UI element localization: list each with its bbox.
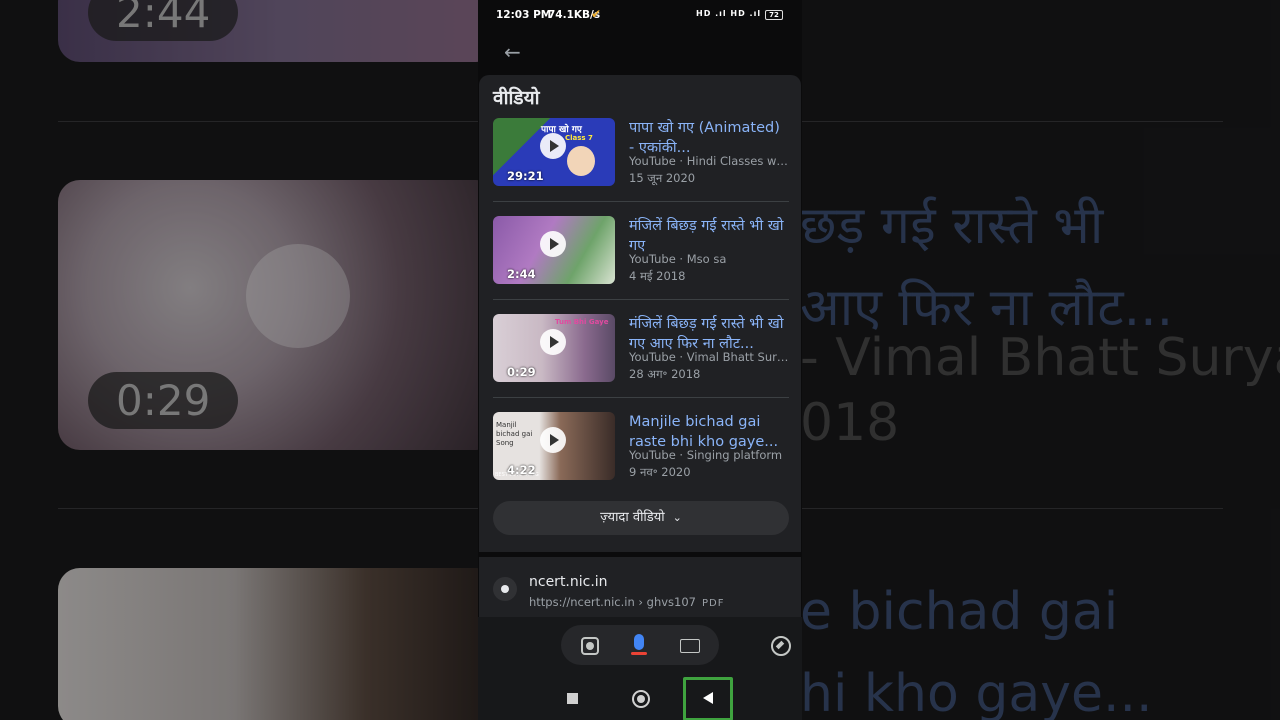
home-icon[interactable] (632, 690, 650, 708)
video-source: YouTube · Vimal Bhatt Surya (629, 350, 789, 364)
videos-card: वीडियो पापा खो गए Class 7 29:21 पापा खो … (479, 75, 801, 552)
divider (493, 201, 789, 202)
result-url: https://ncert.nic.in › ghvs107 PDF (529, 595, 724, 609)
video-duration: 4:22 (507, 463, 536, 477)
status-time: 12:03 PM (496, 9, 552, 21)
chevron-down-icon: ⌄ (672, 511, 682, 524)
back-button-highlight[interactable] (683, 677, 733, 720)
video-title[interactable]: मंजिलें बिछड़ गई रास्ते भी खो गए आए फिर … (629, 314, 789, 354)
video-result[interactable]: पापा खो गए Class 7 29:21 पापा खो गए (Ani… (493, 118, 789, 188)
back-triangle-icon (703, 692, 713, 704)
lens-icon[interactable] (581, 637, 599, 655)
video-duration: 29:21 (507, 169, 544, 183)
result-url-text: https://ncert.nic.in › ghvs107 (529, 595, 696, 609)
play-icon (540, 427, 566, 453)
video-result[interactable]: Manjil bichad gai Song BEST LOVE SONG 4:… (493, 412, 789, 482)
video-thumbnail[interactable]: Manjil bichad gai Song BEST LOVE SONG 4:… (493, 412, 615, 480)
check-icon: ✔ (591, 7, 602, 21)
video-thumbnail[interactable]: 2:44 (493, 216, 615, 284)
cartoon-face (567, 146, 595, 176)
back-arrow-icon[interactable]: ← (504, 40, 521, 64)
video-title[interactable]: Manjile bichad gai raste bhi kho gaye... (629, 412, 789, 452)
video-title[interactable]: मंजिलें बिछड़ गई रास्ते भी खो गए (629, 216, 789, 256)
play-icon (540, 329, 566, 355)
divider (493, 299, 789, 300)
status-bar: 12:03 PM 74.1KB/s ✔ HD .ıl HD .ıl 72 (478, 0, 802, 30)
play-icon (540, 231, 566, 257)
signal-icon: HD .ıl HD .ıl (696, 9, 762, 18)
video-result[interactable]: Tum Bhi Gaye 0:29 मंजिलें बिछड़ गई रास्त… (493, 314, 789, 384)
web-result[interactable]: ncert.nic.in https://ncert.nic.in › ghvs… (479, 557, 801, 617)
phone-screen: 12:03 PM 74.1KB/s ✔ HD .ıl HD .ıl 72 ← व… (478, 0, 802, 720)
more-videos-button[interactable]: ज़्यादा वीडियो ⌄ (493, 501, 789, 535)
video-source: YouTube · Mso sa (629, 252, 727, 266)
more-videos-label: ज़्यादा वीडियो (600, 510, 665, 525)
recents-icon[interactable] (567, 693, 578, 704)
keyboard-icon[interactable] (680, 639, 700, 653)
video-title[interactable]: पापा खो गए (Animated) - एकांकी... (629, 118, 789, 158)
video-date: 28 अग॰ 2018 (629, 367, 701, 381)
result-domain[interactable]: ncert.nic.in (529, 574, 608, 590)
system-nav-bar (478, 672, 802, 720)
discover-compass-icon[interactable] (771, 636, 791, 656)
video-date: 9 नव॰ 2020 (629, 465, 691, 479)
search-actions-pill (561, 625, 719, 665)
video-source: YouTube · Singing platform (629, 448, 783, 462)
mic-icon[interactable] (631, 634, 647, 655)
thumbnail-subtext: Class 7 (565, 134, 593, 142)
video-thumbnail[interactable]: Tum Bhi Gaye 0:29 (493, 314, 615, 382)
play-icon (540, 133, 566, 159)
video-duration: 0:29 (507, 365, 536, 379)
video-source: YouTube · Hindi Classes wi... (629, 154, 789, 168)
pdf-badge: PDF (702, 598, 725, 609)
thumbnail-text: Manjil bichad gai Song (496, 421, 533, 447)
divider (493, 397, 789, 398)
video-duration: 2:44 (507, 267, 536, 281)
video-date: 15 जून 2020 (629, 171, 696, 185)
section-title: वीडियो (493, 87, 540, 109)
video-thumbnail[interactable]: पापा खो गए Class 7 29:21 (493, 118, 615, 186)
video-result[interactable]: 2:44 मंजिलें बिछड़ गई रास्ते भी खो गए Yo… (493, 216, 789, 286)
battery-icon: 72 (765, 10, 783, 20)
thumbnail-text: Tum Bhi Gaye (555, 318, 609, 326)
video-date: 4 मई 2018 (629, 269, 686, 283)
site-favicon-icon (493, 577, 517, 601)
